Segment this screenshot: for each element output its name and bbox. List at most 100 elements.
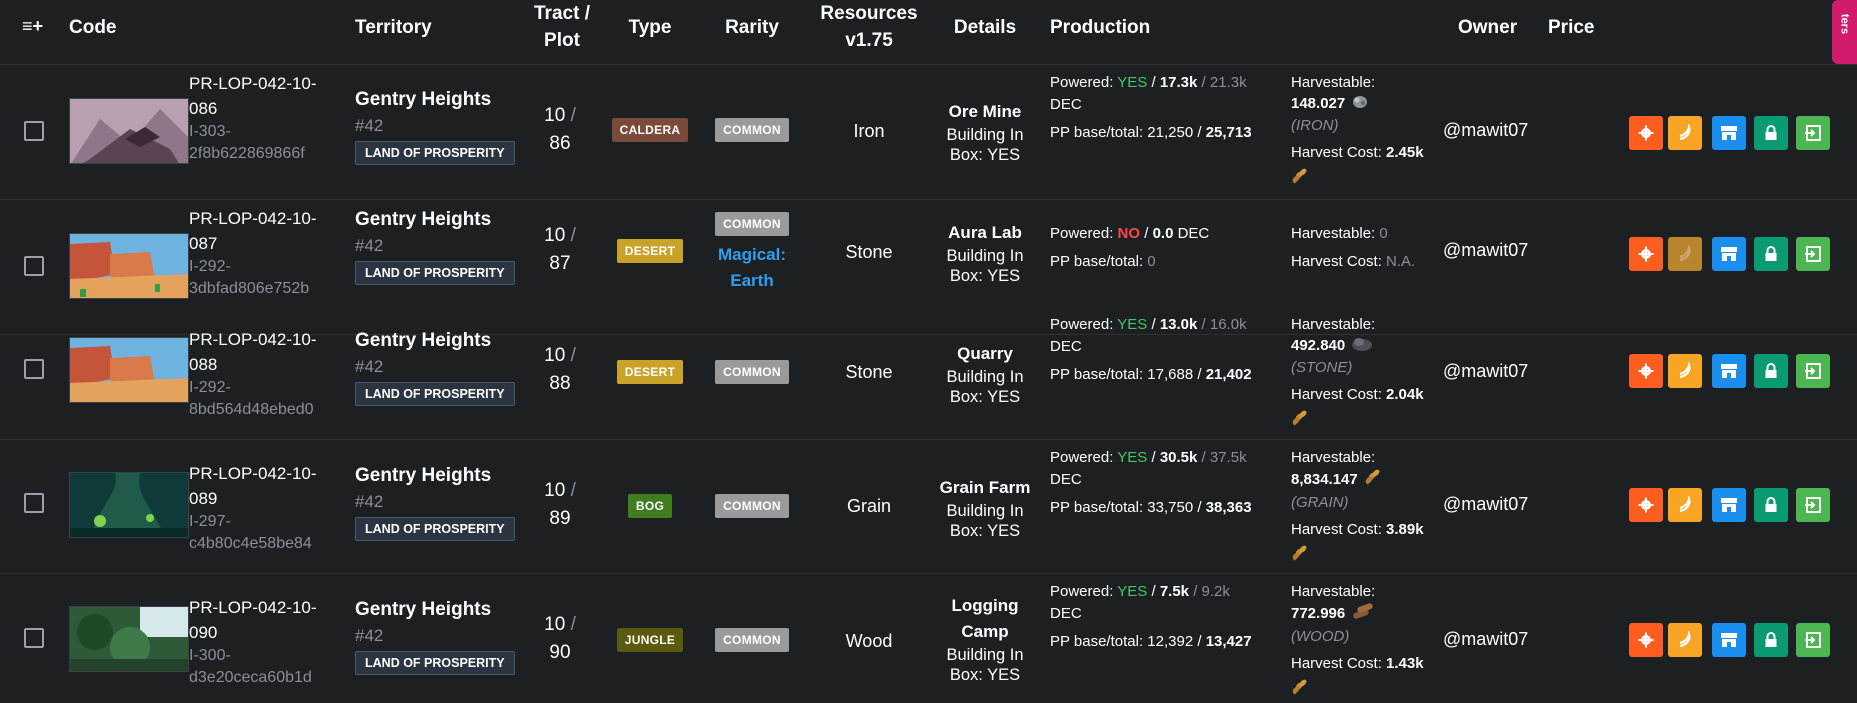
lock-button[interactable] bbox=[1754, 237, 1788, 271]
header-owner[interactable]: Owner bbox=[1458, 14, 1517, 41]
harvest-button[interactable] bbox=[1668, 488, 1702, 522]
plot-code[interactable]: PR-LOP-042-10- 090 I-300- d3e20ceca60b1d bbox=[189, 595, 319, 689]
lock-button[interactable] bbox=[1754, 623, 1788, 657]
pp-base-line: PP base/total: 17,688 / 21,402 bbox=[1050, 366, 1252, 383]
territory-name[interactable]: Gentry Heights bbox=[355, 327, 525, 355]
type-badge: DESERT bbox=[616, 239, 684, 263]
settings-button[interactable] bbox=[1629, 237, 1663, 271]
enter-button[interactable] bbox=[1796, 116, 1830, 150]
tract-separator: / bbox=[570, 614, 576, 635]
plot-number: 86 bbox=[549, 133, 571, 154]
plot-code[interactable]: PR-LOP-042-10- 089 I-297- c4b80c4e58be84 bbox=[189, 461, 319, 555]
tract-plot: 10 / 86 bbox=[530, 102, 590, 158]
row-checkbox[interactable] bbox=[24, 121, 44, 141]
owner[interactable]: @mawit07 bbox=[1443, 361, 1563, 382]
pp-value: 13.0k bbox=[1159, 316, 1198, 333]
header-territory[interactable]: Territory bbox=[355, 14, 432, 41]
harvest-cost-label: Harvest Cost: bbox=[1291, 386, 1382, 404]
plot-code-line2: 089 bbox=[189, 489, 218, 508]
region-badge: LAND OF PROSPERITY bbox=[355, 141, 515, 165]
plot-code[interactable]: PR-LOP-042-10- 087 I-292- 3dbfad806e752b bbox=[189, 206, 319, 300]
market-button[interactable] bbox=[1712, 623, 1746, 657]
owner[interactable]: @mawit07 bbox=[1443, 120, 1563, 141]
owner[interactable]: @mawit07 bbox=[1443, 240, 1563, 261]
header-type[interactable]: Type bbox=[600, 14, 700, 41]
settings-button[interactable] bbox=[1629, 623, 1663, 657]
territory-name[interactable]: Gentry Heights bbox=[355, 596, 525, 624]
enter-button[interactable] bbox=[1796, 623, 1830, 657]
owner[interactable]: @mawit07 bbox=[1443, 629, 1563, 650]
header-code[interactable]: Code bbox=[69, 14, 117, 41]
harvestable-label: Harvestable: bbox=[1291, 449, 1376, 466]
territory-cell: Gentry Heights #42 LAND OF PROSPERITY bbox=[355, 327, 525, 406]
type-badge: BOG bbox=[627, 494, 673, 518]
enter-button[interactable] bbox=[1796, 237, 1830, 271]
filters-tab[interactable]: ters bbox=[1832, 0, 1857, 64]
login-icon bbox=[1804, 362, 1822, 380]
details-cell: Ore Mine Building In Box: YES bbox=[935, 99, 1035, 165]
harvest-resource: (STONE) bbox=[1291, 359, 1353, 377]
pp-max: 9.2k bbox=[1201, 583, 1230, 600]
harvestable-label: Harvestable: bbox=[1291, 74, 1376, 91]
territory-name[interactable]: Gentry Heights bbox=[355, 86, 525, 114]
plot-thumbnail bbox=[69, 98, 189, 164]
settings-button[interactable] bbox=[1629, 354, 1663, 388]
enter-button[interactable] bbox=[1796, 488, 1830, 522]
header-rarity[interactable]: Rarity bbox=[700, 14, 804, 41]
header-resources[interactable]: Resources v1.75 bbox=[815, 0, 923, 54]
harvest-button[interactable] bbox=[1668, 116, 1702, 150]
harvest-button[interactable] bbox=[1668, 237, 1702, 271]
pp-max: 37.5k bbox=[1209, 449, 1247, 466]
harvest-button[interactable] bbox=[1668, 354, 1702, 388]
column-menu-icon[interactable]: ≡+ bbox=[22, 16, 43, 37]
rarity-cell: COMMON bbox=[700, 118, 804, 142]
harvest-cell: Harvestable: 0 Harvest Cost: N.A. bbox=[1291, 223, 1446, 276]
resource: Wood bbox=[845, 631, 893, 651]
row-checkbox[interactable] bbox=[24, 628, 44, 648]
header-production[interactable]: Production bbox=[1050, 14, 1150, 41]
tract-number: 10 bbox=[544, 614, 566, 635]
lock-button[interactable] bbox=[1754, 488, 1788, 522]
building-status: Building In Box: YES bbox=[946, 502, 1024, 540]
harvestable-label: Harvestable: bbox=[1291, 316, 1376, 333]
plot-code[interactable]: PR-LOP-042-10- 086 I-303- 2f8b622869866f bbox=[189, 71, 319, 165]
login-icon bbox=[1804, 496, 1822, 514]
gear-icon bbox=[1638, 363, 1654, 379]
market-button[interactable] bbox=[1712, 354, 1746, 388]
lock-icon bbox=[1764, 497, 1778, 513]
market-button[interactable] bbox=[1712, 237, 1746, 271]
rarity-cell: COMMON Magical: Earth bbox=[700, 212, 804, 294]
header-tract-plot[interactable]: Tract / Plot bbox=[527, 0, 597, 54]
territory-name[interactable]: Gentry Heights bbox=[355, 462, 525, 490]
harvestable-value: 0 bbox=[1379, 225, 1388, 242]
market-button[interactable] bbox=[1712, 116, 1746, 150]
lock-button[interactable] bbox=[1754, 354, 1788, 388]
header-details[interactable]: Details bbox=[935, 14, 1035, 41]
details-cell: Quarry Building In Box: YES bbox=[935, 341, 1035, 407]
building-name: Ore Mine bbox=[948, 102, 1022, 121]
settings-button[interactable] bbox=[1629, 488, 1663, 522]
lock-button[interactable] bbox=[1754, 116, 1788, 150]
iron-icon bbox=[1351, 93, 1369, 115]
plot-id: I-297- c4b80c4e58be84 bbox=[189, 513, 312, 552]
plot-code[interactable]: PR-LOP-042-10- 088 I-292- 8bd564d48ebed0 bbox=[189, 327, 319, 421]
harvest-cell: Harvestable: 772.996 (WOOD) Harvest Cost… bbox=[1291, 581, 1446, 702]
pp-total: 21,402 bbox=[1205, 366, 1252, 383]
store-icon bbox=[1720, 363, 1738, 379]
row-checkbox[interactable] bbox=[24, 493, 44, 513]
grain-icon bbox=[1364, 468, 1384, 492]
territory-name[interactable]: Gentry Heights bbox=[355, 206, 525, 234]
settings-button[interactable] bbox=[1629, 116, 1663, 150]
row-checkbox[interactable] bbox=[24, 359, 44, 379]
header-price[interactable]: Price bbox=[1548, 14, 1594, 41]
plot-code-line1: PR-LOP-042-10- bbox=[189, 330, 317, 349]
details-cell: Aura Lab Building In Box: YES bbox=[935, 220, 1035, 286]
market-button[interactable] bbox=[1712, 488, 1746, 522]
store-icon bbox=[1720, 497, 1738, 513]
region-badge: LAND OF PROSPERITY bbox=[355, 382, 515, 406]
enter-button[interactable] bbox=[1796, 354, 1830, 388]
region-badge: LAND OF PROSPERITY bbox=[355, 261, 515, 285]
harvest-button[interactable] bbox=[1668, 623, 1702, 657]
row-checkbox[interactable] bbox=[24, 256, 44, 276]
owner[interactable]: @mawit07 bbox=[1443, 494, 1563, 515]
